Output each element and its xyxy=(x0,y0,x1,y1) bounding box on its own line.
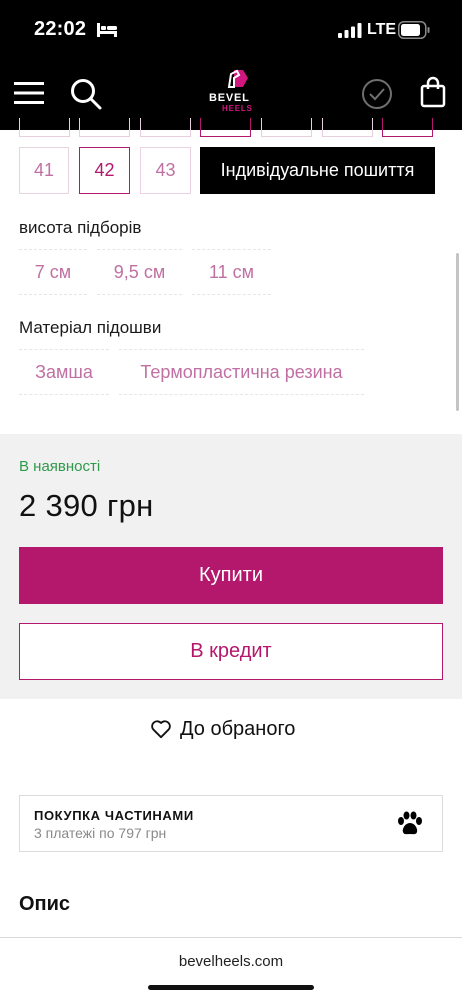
heel-height-option-11[interactable]: 11 см xyxy=(192,249,271,295)
browser-url-bar[interactable]: bevelheels.com xyxy=(0,937,462,999)
size-option-42[interactable]: 42 xyxy=(79,147,130,194)
bevel-heels-logo[interactable]: BEVEL HEELS xyxy=(205,68,259,118)
size-box-partial xyxy=(261,118,312,137)
installments-subtitle: 3 платежі по 797 грн xyxy=(34,825,167,841)
size-option-41[interactable]: 41 xyxy=(19,147,69,194)
credit-button[interactable]: В кредит xyxy=(19,623,443,680)
sole-option-tpr[interactable]: Термопластична резина xyxy=(119,349,364,395)
logo-text-bottom: HEELS xyxy=(222,104,253,113)
installments-card[interactable]: ПОКУПКА ЧАСТИНАМИ 3 платежі по 797 грн xyxy=(19,795,443,852)
size-box-partial xyxy=(322,118,373,137)
cellular-signal-icon xyxy=(338,23,362,38)
size-row-partial xyxy=(0,118,462,138)
heel-height-label: висота підборів xyxy=(19,218,142,237)
add-to-wishlist-button[interactable]: До обраного xyxy=(150,715,295,743)
heel-height-option-9-5[interactable]: 9,5 см xyxy=(97,249,182,295)
installments-title: ПОКУПКА ЧАСТИНАМИ xyxy=(34,808,194,823)
battery-icon xyxy=(398,21,430,39)
logo-text-top: BEVEL xyxy=(209,92,250,104)
network-type: LTE xyxy=(367,21,397,38)
heart-icon xyxy=(151,720,171,739)
heel-height-option-7[interactable]: 7 см xyxy=(19,249,87,295)
product-price: 2 390 грн xyxy=(19,488,154,523)
purchase-panel: В наявності 2 390 грн Купити В кредит xyxy=(0,434,462,699)
size-box-partial xyxy=(382,118,433,137)
check-circle-icon[interactable] xyxy=(361,78,393,110)
size-box-partial xyxy=(79,118,130,137)
sole-material-label: Матеріал підошви xyxy=(19,318,162,337)
size-option-43[interactable]: 43 xyxy=(140,147,191,194)
page-scrollbar[interactable] xyxy=(456,253,459,411)
wishlist-label: До обраного xyxy=(180,717,296,740)
status-time: 22:02 xyxy=(34,18,87,40)
size-box-partial xyxy=(140,118,191,137)
shopping-bag-icon[interactable] xyxy=(420,76,446,108)
logo-mark-icon xyxy=(227,69,248,88)
home-indicator[interactable] xyxy=(148,985,314,990)
hamburger-menu-icon[interactable] xyxy=(14,81,44,105)
size-box-partial xyxy=(19,118,70,137)
custom-tailoring-button[interactable]: Індивідуальне пошиття xyxy=(200,147,435,194)
url-text: bevelheels.com xyxy=(178,953,284,970)
search-icon[interactable] xyxy=(70,78,102,110)
size-box-partial xyxy=(200,118,251,137)
paw-icon xyxy=(398,811,422,835)
sole-option-suede[interactable]: Замша xyxy=(19,349,109,395)
description-heading: Опис xyxy=(19,893,71,915)
status-bar: 22:02 LTE xyxy=(0,0,462,62)
sleep-bed-icon xyxy=(97,23,117,37)
buy-button[interactable]: Купити xyxy=(19,547,443,604)
stock-status: В наявності xyxy=(19,458,101,475)
